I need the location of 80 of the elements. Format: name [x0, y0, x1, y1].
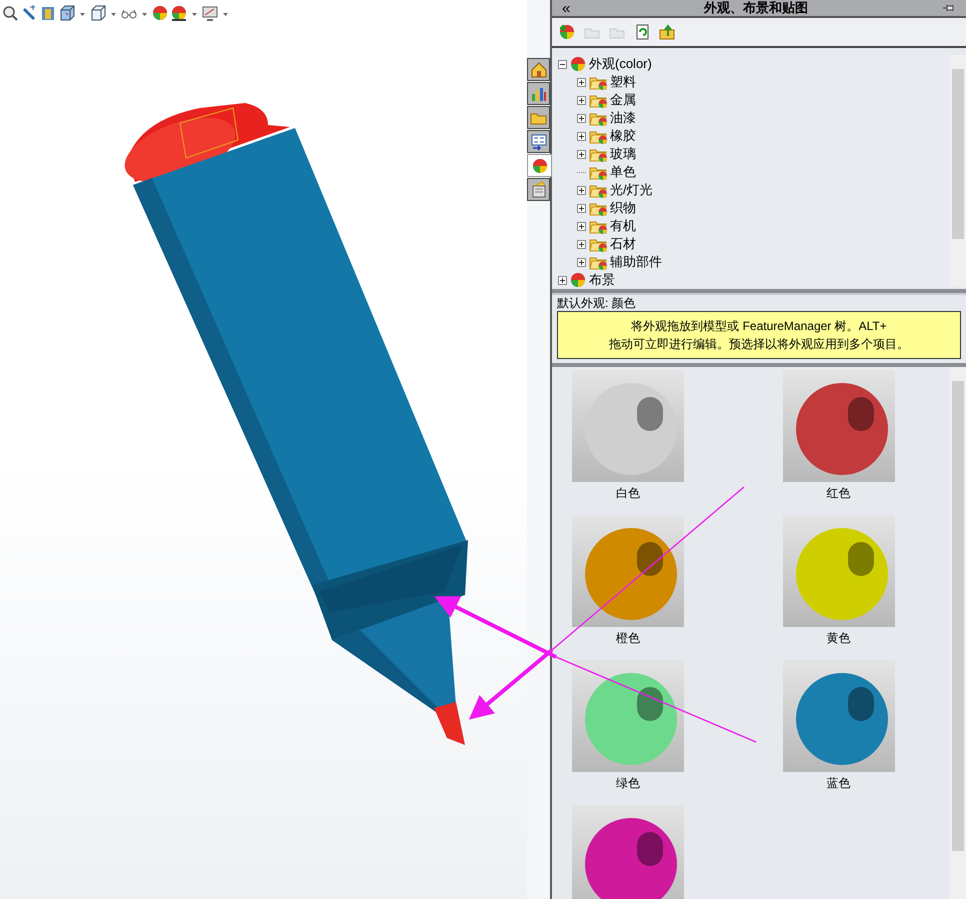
side-tab[interactable]	[527, 130, 550, 153]
tree-item[interactable]: 石材	[610, 235, 636, 253]
appearance-swatch[interactable]	[572, 660, 684, 772]
side-tab[interactable]	[527, 154, 552, 177]
expander-toggle[interactable]	[577, 240, 586, 248]
tree-item[interactable]: 塑料	[610, 73, 636, 91]
add-ball-icon[interactable]	[559, 24, 575, 40]
expander-toggle[interactable]	[577, 114, 586, 122]
color-ball-icon[interactable]	[152, 5, 168, 21]
tree-item[interactable]: 布景	[589, 271, 615, 287]
appearance-swatch[interactable]	[572, 515, 684, 627]
tree-item[interactable]: 织物	[610, 199, 636, 217]
expander-toggle[interactable]	[577, 150, 586, 158]
swatch-label: 橙色	[616, 630, 640, 647]
tree-item[interactable]: 单色	[610, 163, 636, 181]
plus-icon	[579, 188, 584, 192]
appearance-swatch[interactable]	[782, 660, 894, 772]
plus-icon	[579, 116, 584, 120]
scene-ball-dropdown-icon[interactable]	[171, 5, 199, 21]
plus-icon	[579, 80, 584, 84]
tree-item[interactable]: 油漆	[610, 109, 636, 127]
expander-toggle[interactable]	[577, 204, 586, 212]
default-appearance-label: 默认外观: 颜色	[556, 295, 637, 311]
appearance-swatch[interactable]	[782, 370, 894, 482]
tree-item[interactable]: 玻璃	[610, 145, 636, 163]
swatch-label: 绿色	[616, 775, 640, 792]
swatch-label: 蓝色	[826, 775, 850, 792]
expander-toggle[interactable]	[577, 258, 586, 266]
folder-up-arrow-icon[interactable]	[659, 24, 675, 40]
section-view-icon[interactable]	[40, 5, 56, 21]
cube-dropdown-icon[interactable]	[90, 5, 118, 21]
appearance-swatch[interactable]	[572, 805, 684, 899]
tree-item[interactable]: 外观(color)	[589, 55, 652, 73]
tree-item[interactable]: 光/灯光	[610, 181, 653, 199]
color-ball-icon	[530, 156, 548, 174]
tree-item[interactable]: 辅助部件	[610, 253, 662, 271]
swatch-label: 黄色	[826, 630, 850, 647]
plus-icon	[579, 134, 584, 138]
plus-icon	[560, 278, 565, 282]
view-cube-dropdown-icon[interactable]	[59, 5, 87, 21]
color-ball-icon	[570, 56, 586, 72]
house-icon	[530, 60, 548, 78]
scrollbar[interactable]	[950, 367, 966, 899]
color-ball-icon	[570, 272, 586, 287]
expander-toggle[interactable]	[558, 60, 567, 68]
swatch-label: 白色	[616, 485, 640, 502]
magnifier-icon[interactable]	[2, 5, 18, 21]
property-list-icon	[530, 132, 548, 150]
side-tab[interactable]	[527, 82, 550, 105]
wand-icon[interactable]	[21, 5, 37, 21]
scrollbar[interactable]	[950, 55, 966, 287]
monitor-dropdown-icon[interactable]	[202, 5, 230, 21]
expander-toggle[interactable]	[577, 78, 586, 86]
side-tab[interactable]	[527, 58, 550, 81]
collapse-button[interactable]: «	[562, 0, 570, 16]
clipboard-icon	[530, 180, 548, 198]
plus-icon	[579, 152, 584, 156]
appearance-swatch[interactable]	[782, 515, 894, 627]
plus-icon	[579, 242, 584, 246]
tree-item[interactable]: 金属	[610, 91, 636, 109]
expander-toggle[interactable]	[577, 186, 586, 194]
expander-toggle[interactable]	[577, 132, 586, 140]
hint-tooltip: 将外观拖放到模型或 FeatureManager 树。ALT+ 拖动可立即进行编辑。预选择以将外观应用到多个项目。	[557, 311, 961, 359]
plus-icon	[579, 98, 584, 102]
pin-icon[interactable]	[942, 3, 956, 13]
appearance-swatch[interactable]	[572, 370, 684, 482]
expander-toggle[interactable]	[577, 222, 586, 230]
tree-item[interactable]: 有机	[610, 217, 636, 235]
side-tab[interactable]	[527, 106, 550, 129]
plus-icon	[579, 224, 584, 228]
plus-icon	[579, 260, 584, 264]
plus-icon	[579, 206, 584, 210]
swatch-label: 红色	[826, 485, 850, 502]
expander-toggle[interactable]	[558, 276, 567, 284]
side-tab[interactable]	[527, 178, 550, 201]
refresh-icon[interactable]	[634, 24, 650, 40]
panel-title: 外观、布景和贴图	[702, 0, 810, 18]
minus-icon	[560, 62, 565, 66]
expander-toggle[interactable]	[577, 96, 586, 104]
tree-item[interactable]: 橡胶	[610, 127, 636, 145]
